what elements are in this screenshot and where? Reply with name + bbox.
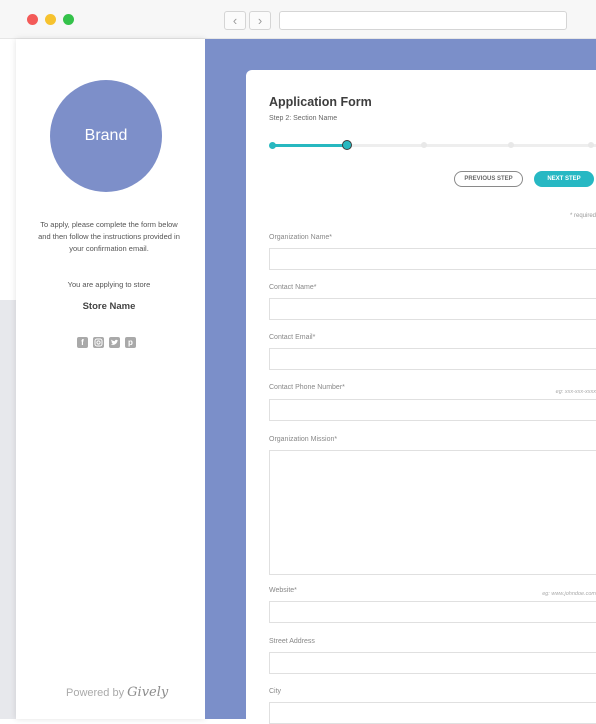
progress-step-4 — [508, 142, 514, 148]
contact-phone-label: Contact Phone Number* — [269, 384, 345, 391]
back-button[interactable]: ‹ — [224, 11, 246, 30]
org-name-label: Organization Name* — [269, 234, 333, 241]
previous-step-button[interactable]: PREVIOUS STEP — [454, 171, 523, 187]
city-label: City — [269, 688, 282, 695]
twitter-icon[interactable] — [109, 337, 120, 348]
application-form-card: Application Form Step 2: Section Name PR… — [246, 70, 596, 724]
address-bar[interactable] — [279, 11, 567, 30]
street-address-input[interactable] — [269, 652, 596, 674]
contact-name-label: Contact Name* — [269, 284, 317, 291]
chevron-left-icon: ‹ — [232, 13, 238, 28]
intro-text: To apply, please complete the form below… — [38, 220, 180, 253]
form-title: Application Form — [269, 95, 372, 109]
progress-step-3 — [421, 142, 427, 148]
instagram-icon[interactable] — [93, 337, 104, 348]
website-hint: eg: www.johndoe.com — [542, 591, 596, 597]
contact-phone-hint: eg: xxx-xxx-xxxx — [555, 389, 596, 395]
gively-logo: Gively — [127, 685, 169, 700]
powered-by-label: Powered by — [66, 687, 125, 699]
city-input[interactable] — [269, 702, 596, 724]
chevron-right-icon: › — [257, 13, 263, 28]
progress-step-5 — [588, 142, 594, 148]
org-mission-label: Organization Mission* — [269, 436, 338, 443]
street-address-label: Street Address — [269, 638, 315, 645]
org-mission-textarea[interactable] — [269, 450, 596, 575]
contact-email-input[interactable] — [269, 348, 596, 370]
contact-phone-input[interactable] — [269, 399, 596, 421]
powered-by: Powered by Gively — [66, 685, 168, 700]
required-note: * required — [569, 213, 596, 219]
website-label: Website* — [269, 587, 297, 594]
org-name-input[interactable] — [269, 248, 596, 270]
browser-titlebar: ‹ › — [0, 0, 596, 39]
forward-button[interactable]: › — [249, 11, 271, 30]
close-window-button[interactable] — [27, 14, 38, 25]
step-label: Step 2: Section Name — [269, 115, 338, 122]
background-panel — [0, 300, 16, 719]
pinterest-icon[interactable]: p — [125, 337, 136, 348]
social-links: f p — [77, 337, 147, 349]
store-name: Store Name — [82, 301, 136, 312]
progress-step-1 — [269, 142, 276, 149]
applying-text: You are applying to store — [67, 280, 151, 289]
sidebar: Brand To apply, please complete the form… — [16, 39, 205, 719]
maximize-window-button[interactable] — [63, 14, 74, 25]
next-step-button[interactable]: NEXT STEP — [534, 171, 594, 187]
facebook-icon[interactable]: f — [77, 337, 88, 348]
brand-logo: Brand — [50, 80, 162, 192]
contact-email-label: Contact Email* — [269, 334, 316, 341]
contact-name-input[interactable] — [269, 298, 596, 320]
brand-label: Brand — [84, 127, 128, 144]
progress-step-2-current — [342, 140, 352, 150]
progress-fill — [272, 144, 347, 147]
minimize-window-button[interactable] — [45, 14, 56, 25]
website-input[interactable] — [269, 601, 596, 623]
